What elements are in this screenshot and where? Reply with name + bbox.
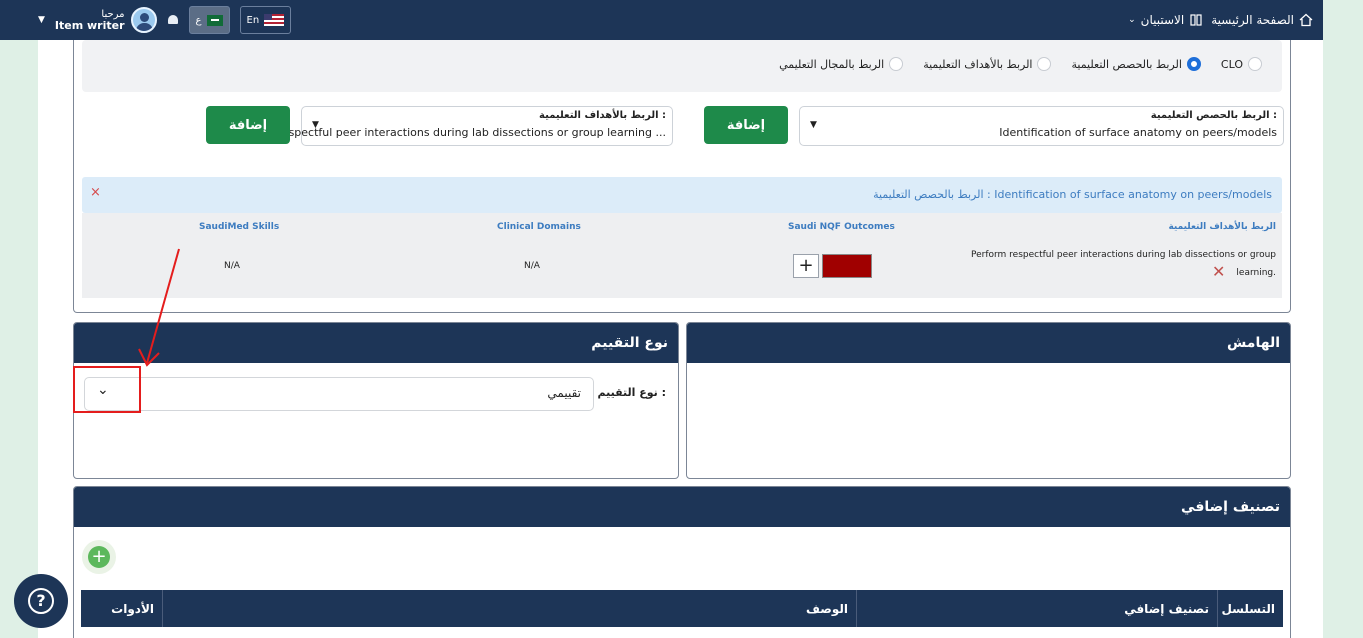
- help-button[interactable]: ?: [14, 574, 68, 628]
- language-arabic-button[interactable]: ع: [188, 6, 230, 34]
- assessment-type-label: نوع التقييم :: [597, 386, 666, 399]
- add-objective-link-button[interactable]: إضافة: [206, 106, 290, 144]
- home-icon: [1299, 13, 1313, 27]
- lessons-select-label: الربط بالحصص التعليمية :: [1150, 110, 1277, 121]
- lessons-select[interactable]: الربط بالحصص التعليمية : Identification …: [799, 106, 1284, 146]
- avatar: [130, 7, 157, 33]
- clinical-domains-value: N/A: [524, 261, 540, 271]
- dropdown-caret-icon: ▼: [312, 120, 319, 130]
- linked-lesson-text: الربط بالحصص التعليمية : Identification …: [873, 188, 1272, 201]
- us-flag-icon: [264, 14, 285, 26]
- objective-text-line1: Perform respectful peer interactions dur…: [970, 250, 1276, 260]
- classification-table-header: التسلسل تصنيف إضافي الوصف الأدوات: [81, 590, 1283, 627]
- radio-clo-dot: [1248, 57, 1262, 71]
- delete-icon[interactable]: ✕: [1212, 262, 1225, 281]
- dropdown-caret-icon: ▼: [810, 120, 817, 130]
- col-tools: الأدوات: [111, 601, 154, 616]
- annotation-arrow: [138, 248, 180, 367]
- close-icon[interactable]: ×: [90, 185, 101, 200]
- nav-questionnaire-label: الاستبيان: [1140, 13, 1185, 27]
- plus-icon: +: [88, 546, 110, 568]
- radio-link-domain-dot: [889, 57, 904, 71]
- extra-classification-title: تصنيف إضافي: [74, 487, 1290, 527]
- assessment-type-value: تقييمي: [547, 386, 581, 400]
- add-nqf-button[interactable]: +: [793, 254, 819, 278]
- margin-card-title: الهامش: [687, 323, 1290, 363]
- user-menu[interactable]: مرحبا Item writer: [55, 7, 157, 33]
- radio-link-objectives-dot: [1037, 57, 1052, 71]
- radio-link-domain-label: الربط بالمجال التعليمي: [779, 57, 885, 71]
- linked-lesson-info: الربط بالحصص التعليمية : Identification …: [82, 177, 1282, 213]
- mapping-table: الربط بالأهداف التعليمية Saudi NQF Outco…: [82, 213, 1282, 298]
- col-classification: تصنيف إضافي: [856, 590, 1217, 627]
- col-sequence: التسلسل: [1217, 590, 1283, 627]
- objectives-select-value: respectful peer interactions during lab …: [277, 126, 666, 139]
- page-content: CLO الربط بالحصص التعليمية الربط بالأهدا…: [38, 40, 1323, 638]
- lang-en-label: En: [246, 14, 260, 26]
- objectives-select[interactable]: الربط بالأهداف التعليمية : respectful pe…: [278, 106, 673, 146]
- add-lesson-link-button[interactable]: إضافة: [704, 106, 788, 144]
- lang-ar-label: ع: [195, 14, 202, 26]
- radio-link-lessons-label: الربط بالحصص التعليمية: [1071, 57, 1182, 71]
- linking-type-radio-group: CLO الربط بالحصص التعليمية الربط بالأهدا…: [82, 40, 1282, 92]
- language-english-button[interactable]: En: [239, 6, 292, 34]
- nqf-color-swatch: [822, 254, 872, 278]
- radio-link-lessons[interactable]: الربط بالحصص التعليمية: [1071, 57, 1201, 71]
- objective-text-line2: learning.: [1236, 268, 1276, 278]
- annotation-highlight-box: [73, 366, 141, 413]
- saudimed-skills-value: N/A: [224, 261, 240, 271]
- radio-link-domain[interactable]: الربط بالمجال التعليمي: [779, 57, 904, 71]
- chevron-down-icon: ⌄: [1128, 15, 1136, 25]
- linking-panel: CLO الربط بالحصص التعليمية الربط بالأهدا…: [73, 40, 1291, 313]
- header-saudimed: SaudiMed Skills: [199, 222, 280, 232]
- radio-clo[interactable]: CLO: [1221, 57, 1262, 71]
- user-menu-caret-icon[interactable]: ▼: [38, 15, 45, 25]
- objectives-select-label: الربط بالأهداف التعليمية :: [539, 110, 666, 121]
- assessment-type-select[interactable]: تقييمي ⌄: [84, 377, 594, 411]
- user-role: Item writer: [54, 19, 125, 32]
- margin-card: الهامش: [686, 322, 1291, 479]
- notification-bell-icon[interactable]: [167, 14, 179, 26]
- radio-link-objectives[interactable]: الربط بالأهداف التعليمية: [923, 57, 1052, 71]
- radio-link-objectives-label: الربط بالأهداف التعليمية: [923, 57, 1033, 71]
- radio-link-lessons-dot: [1186, 57, 1201, 71]
- col-description: الوصف: [162, 590, 856, 627]
- nav-home-label: الصفحة الرئيسية: [1211, 13, 1294, 27]
- saudi-flag-icon: [206, 14, 223, 26]
- nav-questionnaire[interactable]: الاستبيان ⌄: [1128, 13, 1203, 27]
- radio-clo-label: CLO: [1220, 57, 1243, 71]
- header-nqf: Saudi NQF Outcomes: [788, 222, 895, 232]
- book-icon: [1190, 14, 1202, 26]
- nav-home[interactable]: الصفحة الرئيسية: [1211, 13, 1313, 27]
- top-navbar: الصفحة الرئيسية الاستبيان ⌄ ▼ مرحبا Item…: [0, 0, 1323, 40]
- add-classification-button[interactable]: +: [82, 540, 116, 574]
- question-icon: ?: [28, 588, 54, 614]
- header-clinical-domains: Clinical Domains: [497, 222, 581, 232]
- header-objectives: الربط بالأهداف التعليمية: [1168, 222, 1276, 232]
- lessons-select-value: Identification of surface anatomy on pee…: [999, 126, 1277, 139]
